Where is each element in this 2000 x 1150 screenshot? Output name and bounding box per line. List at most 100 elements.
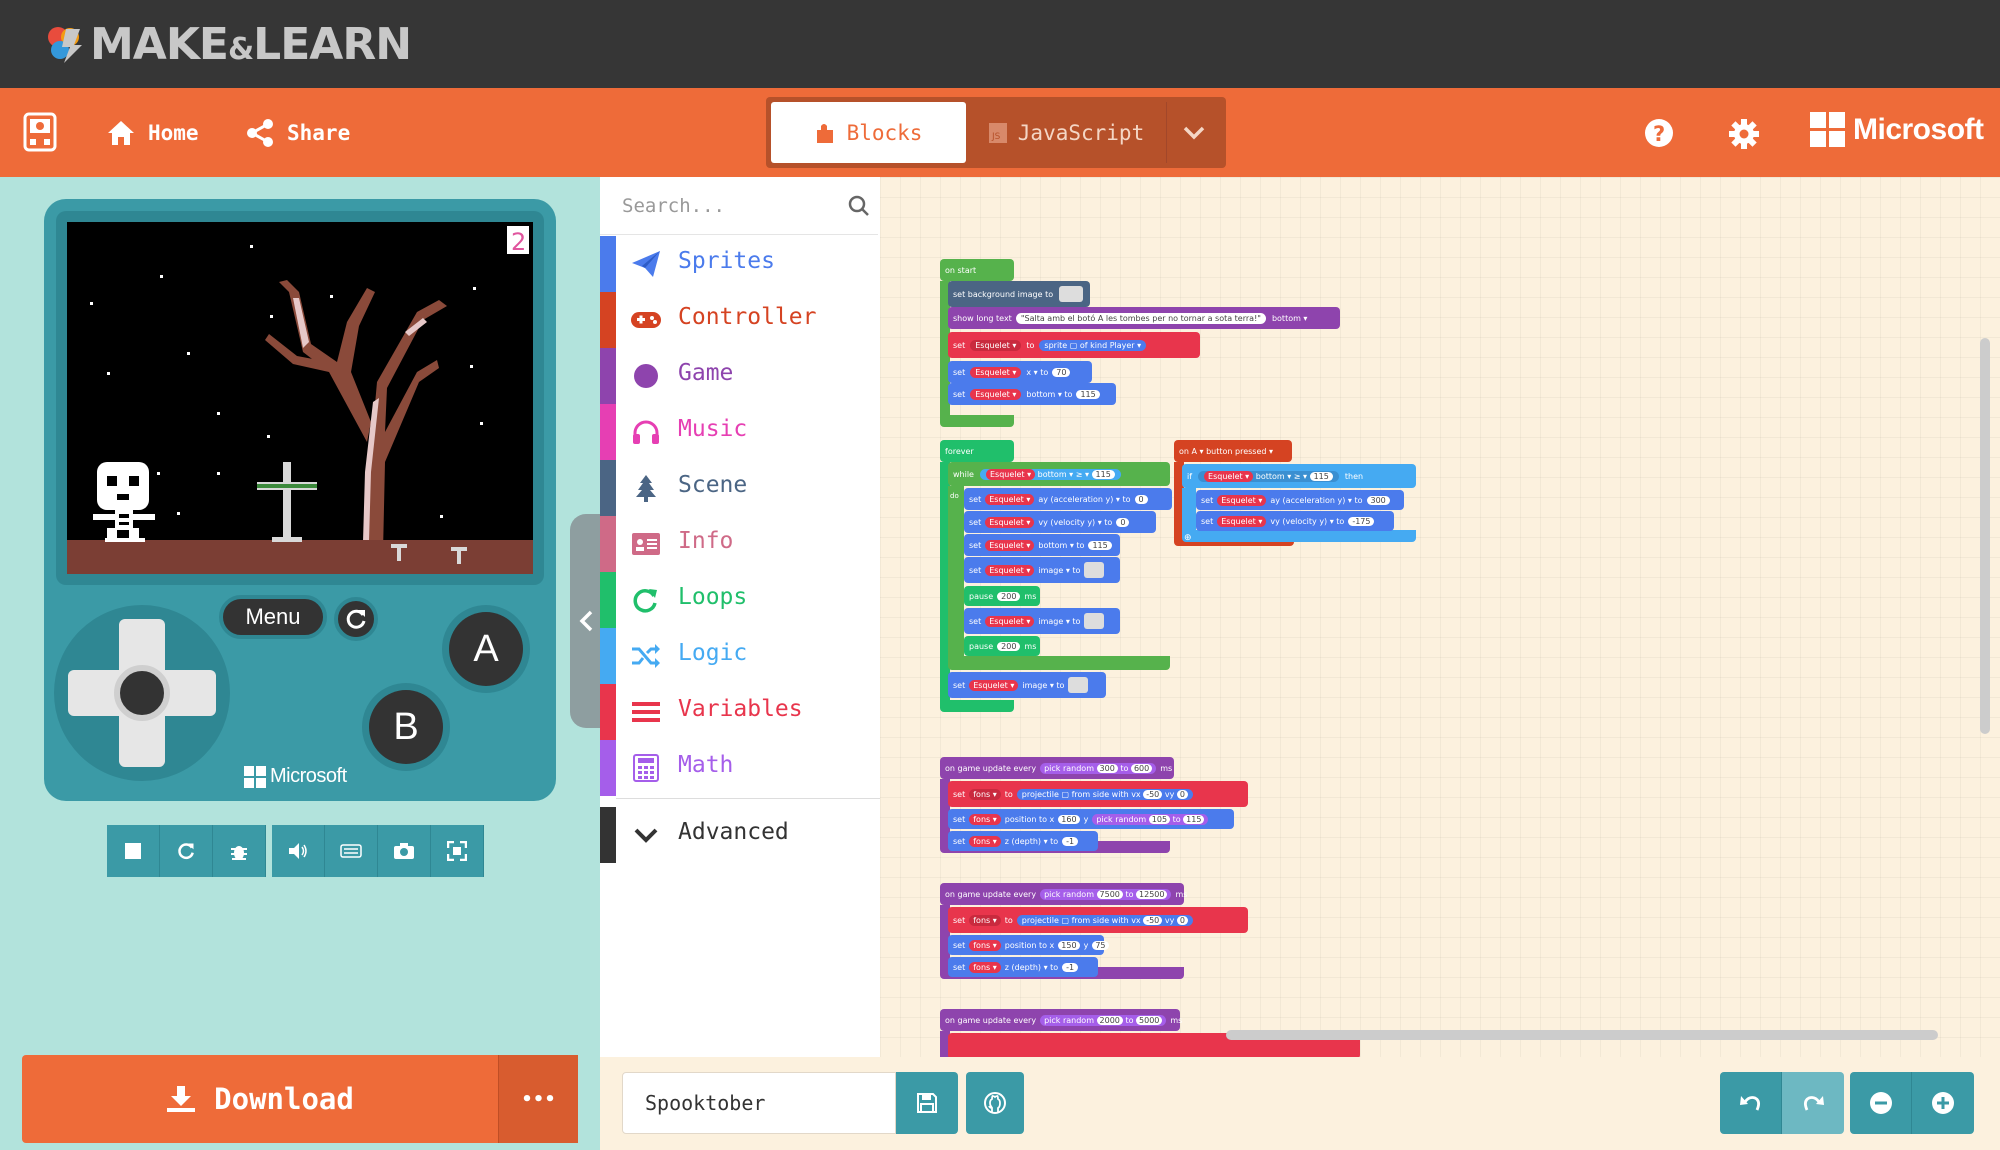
property-dropdown[interactable]: ay (acceleration y) ▾ — [1038, 495, 1120, 504]
toolbox-item-math[interactable]: Math — [600, 740, 880, 796]
b-button[interactable]: B — [362, 683, 450, 771]
number-value[interactable]: 7500 — [1096, 889, 1123, 899]
screenshot-button[interactable] — [378, 825, 431, 877]
while-block[interactable]: while Esquelet ▾ bottom ▾ ≥ ▾ 115 — [948, 462, 1170, 486]
pause-block[interactable]: pause 200 ms — [964, 586, 1040, 606]
variable-dropdown[interactable]: fons ▾ — [969, 813, 1001, 825]
number-value[interactable]: 115 — [1309, 471, 1333, 481]
variable-dropdown[interactable]: Esquelet ▾ — [985, 539, 1035, 551]
toolbox-item-music[interactable]: Music — [600, 404, 880, 460]
variable-dropdown[interactable]: Esquelet ▾ — [985, 564, 1035, 576]
set-background-block[interactable]: set background image to — [948, 281, 1090, 307]
redo-button[interactable] — [1782, 1072, 1844, 1134]
project-name-input[interactable]: Spooktober — [622, 1072, 896, 1134]
property-dropdown[interactable]: z (depth) ▾ — [1005, 837, 1048, 846]
restart-sim-button[interactable] — [160, 825, 213, 877]
share-button[interactable]: Share — [245, 116, 350, 150]
property-dropdown[interactable]: vy (velocity y) ▾ — [1038, 518, 1101, 527]
home-button[interactable]: Home — [106, 116, 199, 150]
number-value[interactable]: 5000 — [1136, 1015, 1163, 1025]
set-bottom-loop-block[interactable]: set Esquelet ▾ bottom ▾ to 115 — [964, 534, 1120, 556]
search-icon[interactable] — [848, 195, 870, 217]
javascript-tab[interactable]: JS JavaScript — [968, 102, 1164, 163]
property-dropdown[interactable]: x ▾ — [1026, 368, 1037, 377]
toolbox-item-variables[interactable]: Variables — [600, 684, 880, 740]
projectile-block[interactable]: projectile ▢ from side with vx -50 vy 0 — [1016, 914, 1193, 926]
set-position-block[interactable]: set fons ▾ position to x 150 y 75 — [948, 935, 1109, 955]
number-value[interactable]: 115 — [1183, 814, 1205, 824]
workspace-horizontal-scrollbar[interactable] — [1226, 1030, 1938, 1040]
operator-dropdown[interactable]: ≥ ▾ — [1076, 470, 1089, 479]
projectile-block[interactable]: projectile ▢ from side with vx -50 vy 0 — [1016, 788, 1193, 800]
set-vy-block[interactable]: set Esquelet ▾ vy (velocity y) ▾ to 0 — [964, 511, 1156, 533]
set-z-block[interactable]: set fons ▾ z (depth) ▾ to -1 — [948, 957, 1098, 977]
number-value[interactable]: 300 — [1096, 763, 1118, 773]
editor-dropdown-button[interactable] — [1166, 102, 1221, 163]
image-picker[interactable] — [1084, 613, 1105, 629]
number-value[interactable]: 0 — [1116, 517, 1130, 527]
game-screen[interactable]: 2 — [67, 222, 533, 574]
property-dropdown[interactable]: image ▾ — [1038, 566, 1069, 575]
search-input[interactable] — [622, 194, 842, 217]
set-image-block[interactable]: set Esquelet ▾ image ▾ to — [964, 557, 1120, 583]
variable-dropdown[interactable]: Esquelet ▾ — [1217, 494, 1267, 506]
set-image-block-2[interactable]: set Esquelet ▾ image ▾ to — [964, 608, 1120, 634]
number-value[interactable]: -1 — [1062, 836, 1079, 846]
number-value[interactable]: 0 — [1134, 494, 1148, 504]
variable-dropdown[interactable]: Esquelet ▾ — [985, 468, 1036, 480]
number-value[interactable]: -50 — [1143, 915, 1163, 925]
kind-dropdown[interactable]: Player ▾ — [1110, 341, 1141, 350]
number-value[interactable]: 75 — [1092, 940, 1109, 950]
settings-button[interactable] — [1728, 118, 1760, 154]
variable-dropdown[interactable]: Esquelet ▾ — [985, 615, 1035, 627]
number-value[interactable]: 12500 — [1136, 889, 1168, 899]
toolbox-item-loops[interactable]: Loops — [600, 572, 880, 628]
number-value[interactable]: 115 — [1091, 469, 1115, 479]
variable-dropdown[interactable]: fons ▾ — [969, 939, 1001, 951]
variable-dropdown[interactable]: fons ▾ — [969, 788, 1001, 800]
toolbox-item-logic[interactable]: Logic — [600, 628, 880, 684]
set-vy-a-block[interactable]: set Esquelet ▾ vy (velocity y) ▾ to -175 — [1196, 511, 1394, 531]
property-dropdown[interactable]: image ▾ — [1022, 681, 1053, 690]
number-value[interactable]: -50 — [1143, 789, 1163, 799]
number-value[interactable]: 200 — [997, 641, 1021, 651]
property-dropdown[interactable]: ay (acceleration y) ▾ — [1270, 496, 1352, 505]
number-value[interactable]: 300 — [1366, 495, 1390, 505]
pick-random-block[interactable]: pick random 105 to 115 — [1092, 813, 1209, 825]
variable-dropdown[interactable]: fons ▾ — [969, 914, 1001, 926]
a-button[interactable]: A — [442, 605, 530, 693]
variable-dropdown[interactable]: Esquelet ▾ — [1217, 515, 1267, 527]
set-ay-block[interactable]: set Esquelet ▾ ay (acceleration y) ▾ to 0 — [964, 488, 1172, 510]
toolbox-item-sprites[interactable]: Sprites — [600, 236, 880, 292]
restart-button[interactable] — [334, 597, 378, 641]
zoom-out-button[interactable] — [1850, 1072, 1912, 1134]
toolbox-item-controller[interactable]: Controller — [600, 292, 880, 348]
pick-random-block[interactable]: pick random 300 to 600 — [1040, 762, 1157, 774]
set-bottom-block[interactable]: set Esquelet ▾ bottom ▾ to 115 — [948, 383, 1116, 405]
number-value[interactable]: 105 — [1148, 814, 1171, 824]
number-value[interactable]: 150 — [1058, 940, 1080, 950]
image-picker[interactable] — [1059, 286, 1084, 302]
comparison-block[interactable]: Esquelet ▾ bottom ▾ ≥ ▾ 115 — [979, 468, 1121, 480]
pause-block-2[interactable]: pause 200 ms — [964, 636, 1040, 656]
variable-dropdown[interactable]: Esquelet ▾ — [985, 493, 1035, 505]
number-value[interactable]: 115 — [1076, 389, 1100, 399]
set-x-block[interactable]: set Esquelet ▾ x ▾ to 70 — [948, 361, 1092, 383]
property-dropdown[interactable]: bottom ▾ — [1038, 470, 1074, 479]
blocks-workspace[interactable]: on start set background image to show lo… — [880, 177, 2000, 1057]
arcade-logo-icon[interactable] — [22, 112, 58, 152]
if-block[interactable]: if Esquelet ▾ bottom ▾ ≥ ▾ 115 then — [1182, 464, 1416, 488]
number-value[interactable]: 115 — [1088, 540, 1112, 550]
set-projectile-block[interactable]: set fons ▾ to projectile ▢ from side with v… — [948, 781, 1248, 807]
number-value[interactable]: -1 — [1062, 962, 1079, 972]
help-button[interactable]: ? — [1644, 118, 1674, 152]
image-picker[interactable] — [1084, 562, 1105, 578]
property-dropdown[interactable]: image ▾ — [1038, 617, 1069, 626]
number-value[interactable]: 2000 — [1096, 1015, 1123, 1025]
number-value[interactable]: 70 — [1052, 367, 1071, 377]
variable-dropdown[interactable]: Esquelet ▾ — [970, 366, 1022, 378]
undo-button[interactable] — [1720, 1072, 1782, 1134]
on-a-label[interactable]: on A ▾ button pressed ▾ — [1179, 447, 1273, 456]
toolbox-item-scene[interactable]: Scene — [600, 460, 880, 516]
position-dropdown[interactable]: bottom ▾ — [1272, 314, 1308, 323]
